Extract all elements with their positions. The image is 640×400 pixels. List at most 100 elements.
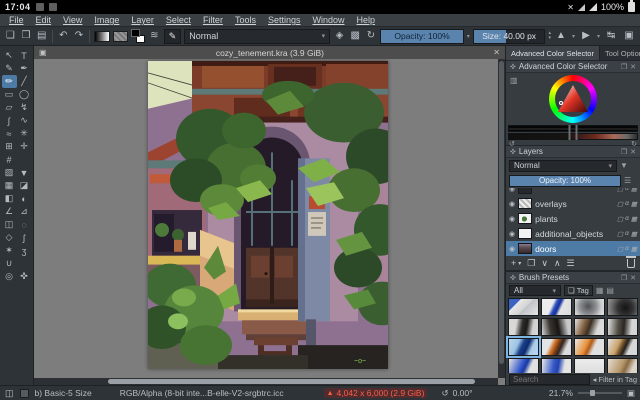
pattern-chooser[interactable] <box>112 30 129 42</box>
preset-charcoal-soft[interactable] <box>541 318 572 336</box>
preset-marker-blue[interactable] <box>506 336 541 358</box>
history-left-icon[interactable]: ↺ <box>509 140 515 148</box>
layer-row-additional-objects[interactable]: ◉ additional_objects ▢ α ▦ <box>506 226 640 241</box>
mirror-vertical-button[interactable]: ▶ <box>579 28 593 44</box>
close-docker-icon[interactable]: ✕ <box>630 148 636 156</box>
tool-magnetic-selection[interactable]: ∪ <box>2 257 17 270</box>
selection-mode-icon[interactable]: ◫ <box>5 388 14 399</box>
canvas-viewport[interactable]: ~o~ <box>34 59 505 385</box>
brush-search-input[interactable] <box>509 374 590 385</box>
preset-marker-orange[interactable] <box>574 338 605 356</box>
tool-text[interactable]: T <box>17 49 32 62</box>
reload-preset-button[interactable]: ↻ <box>365 28 378 44</box>
tool-freehand-brush[interactable]: ✏ <box>1 75 17 88</box>
duplicate-layer-button[interactable]: ❐ <box>527 258 535 269</box>
tool-select-shapes[interactable]: ↖ <box>2 49 17 62</box>
close-docker-icon[interactable]: ✕ <box>630 63 636 71</box>
vertical-scrollbar[interactable] <box>498 59 505 378</box>
tool-edit-shapes[interactable]: ✎ <box>2 62 17 75</box>
move-layer-up-button[interactable]: ∧ <box>554 258 561 269</box>
pin-icon[interactable]: ✜ <box>510 63 516 71</box>
preset-pen-blue-2[interactable] <box>508 358 539 373</box>
layer-filter-icon[interactable]: ▼ <box>620 161 628 170</box>
tool-zoom[interactable]: ◎ <box>2 270 17 283</box>
menu-item[interactable]: Edit <box>31 15 57 25</box>
menu-item[interactable]: Settings <box>263 15 306 25</box>
tool-elliptical-selection[interactable]: ◌ <box>17 218 32 231</box>
preset-ink-wash[interactable] <box>607 298 638 316</box>
tool-rectangle[interactable]: ▭ <box>2 88 17 101</box>
layer-properties-button[interactable]: ☰ <box>567 258 575 269</box>
history-right-icon[interactable]: ↻ <box>631 140 637 148</box>
visibility-eye-icon[interactable]: ◉ <box>509 230 515 238</box>
pin-icon[interactable]: ✜ <box>510 274 516 282</box>
preset-bristles-wet[interactable] <box>574 318 605 336</box>
chevron-down-icon[interactable]: ▾ <box>597 33 600 40</box>
tag-filter-dropdown[interactable]: All ▾ <box>509 285 561 296</box>
visibility-eye-icon[interactable]: ◉ <box>509 188 515 193</box>
tool-gradient[interactable]: ▨ <box>2 166 17 179</box>
add-layer-caret[interactable]: ▾ <box>518 260 521 267</box>
preset-bristles-orange[interactable] <box>541 338 572 356</box>
saturation-triangle[interactable] <box>558 85 588 112</box>
tool-line[interactable]: ╱ <box>17 75 32 88</box>
new-document-button[interactable]: ❏ <box>4 28 17 44</box>
tool-bezier-curve[interactable]: ∫ <box>2 114 17 127</box>
menu-item[interactable]: File <box>4 15 29 25</box>
opacity-dropdown-caret[interactable]: ▾ <box>467 33 470 40</box>
preset-blender[interactable] <box>574 358 605 373</box>
foreground-background-colors[interactable] <box>131 29 146 43</box>
menu-item[interactable]: Window <box>307 15 349 25</box>
filter-in-tag-toggle[interactable]: ◂ Filter in Tag <box>593 375 637 384</box>
menu-item[interactable]: Filter <box>198 15 228 25</box>
workspace-chooser-icon[interactable]: ≋ <box>148 28 161 44</box>
float-docker-icon[interactable]: ❐ <box>621 274 627 282</box>
tool-pattern-edit[interactable]: ▦ <box>2 179 17 192</box>
menu-item[interactable]: View <box>58 15 87 25</box>
mirror-horizontal-button[interactable]: ▲ <box>554 28 568 44</box>
menu-item[interactable]: Select <box>161 15 196 25</box>
tool-color-sampler[interactable]: ▼ <box>17 166 32 179</box>
float-docker-icon[interactable]: ❐ <box>621 63 627 71</box>
color-history-strip[interactable] <box>508 133 638 140</box>
tool-assistants[interactable]: ∠ <box>2 205 17 218</box>
tool-move[interactable]: ✛ <box>17 140 32 153</box>
tool-transform[interactable]: ⊞ <box>2 140 17 153</box>
preset-airbrush-soft[interactable] <box>574 298 605 316</box>
close-document-icon[interactable]: ✕ <box>493 48 500 57</box>
tool-freehand-path[interactable]: ∿ <box>17 114 32 127</box>
layer-options-icon[interactable]: ☰ <box>624 176 631 185</box>
menu-item[interactable]: Layer <box>126 15 159 25</box>
grid-view-icon[interactable]: ▦ <box>596 286 604 295</box>
show-dockers-button[interactable]: ▣ <box>622 28 636 44</box>
visibility-eye-icon[interactable]: ◉ <box>509 200 515 208</box>
opacity-slider[interactable]: Opacity: 100% <box>380 28 464 44</box>
rotation-reset-icon[interactable]: ↺ <box>441 388 448 399</box>
tool-polyline[interactable]: ↯ <box>17 101 32 114</box>
preset-sketch-tan[interactable] <box>607 358 638 373</box>
list-view-icon[interactable]: ▤ <box>606 286 614 295</box>
tab-tool-options[interactable]: Tool Options <box>600 46 640 60</box>
shade-strip[interactable] <box>508 125 638 132</box>
preserve-alpha-button[interactable]: ▩ <box>349 28 362 44</box>
undo-button[interactable]: ↶ <box>57 28 70 44</box>
zoom-fit-icon[interactable]: ▣ <box>627 388 635 399</box>
tool-dynamic-brush[interactable]: ≈ <box>2 127 17 140</box>
tool-rectangular-selection[interactable]: ◫ <box>2 218 17 231</box>
save-button[interactable]: ▤ <box>35 28 48 44</box>
canvas-rotation-value[interactable]: 0.00° <box>453 388 473 398</box>
eraser-mode-button[interactable]: ◈ <box>333 28 346 44</box>
blending-mode-dropdown[interactable]: Normal ▾ <box>184 28 331 44</box>
tool-colorize-mask[interactable]: ◐ <box>17 192 32 205</box>
preset-pen-blue-3[interactable] <box>541 358 572 373</box>
tool-smart-patch[interactable]: ◪ <box>17 179 32 192</box>
redo-button[interactable]: ↷ <box>73 28 86 44</box>
gradient-chooser[interactable] <box>94 30 110 42</box>
layer-blend-mode-dropdown[interactable]: Normal ▾ <box>509 159 617 172</box>
layer-row-plants[interactable]: ◉ plants ▢ α ▦ <box>506 211 640 226</box>
horizontal-scrollbar[interactable] <box>34 378 498 385</box>
foreground-color-swatch[interactable] <box>131 29 141 37</box>
color-selector-settings-icon[interactable]: ▥ <box>510 76 518 85</box>
tool-polygonal-selection[interactable]: ◇ <box>2 231 17 244</box>
brush-editor-button[interactable]: ✎ <box>163 28 182 44</box>
